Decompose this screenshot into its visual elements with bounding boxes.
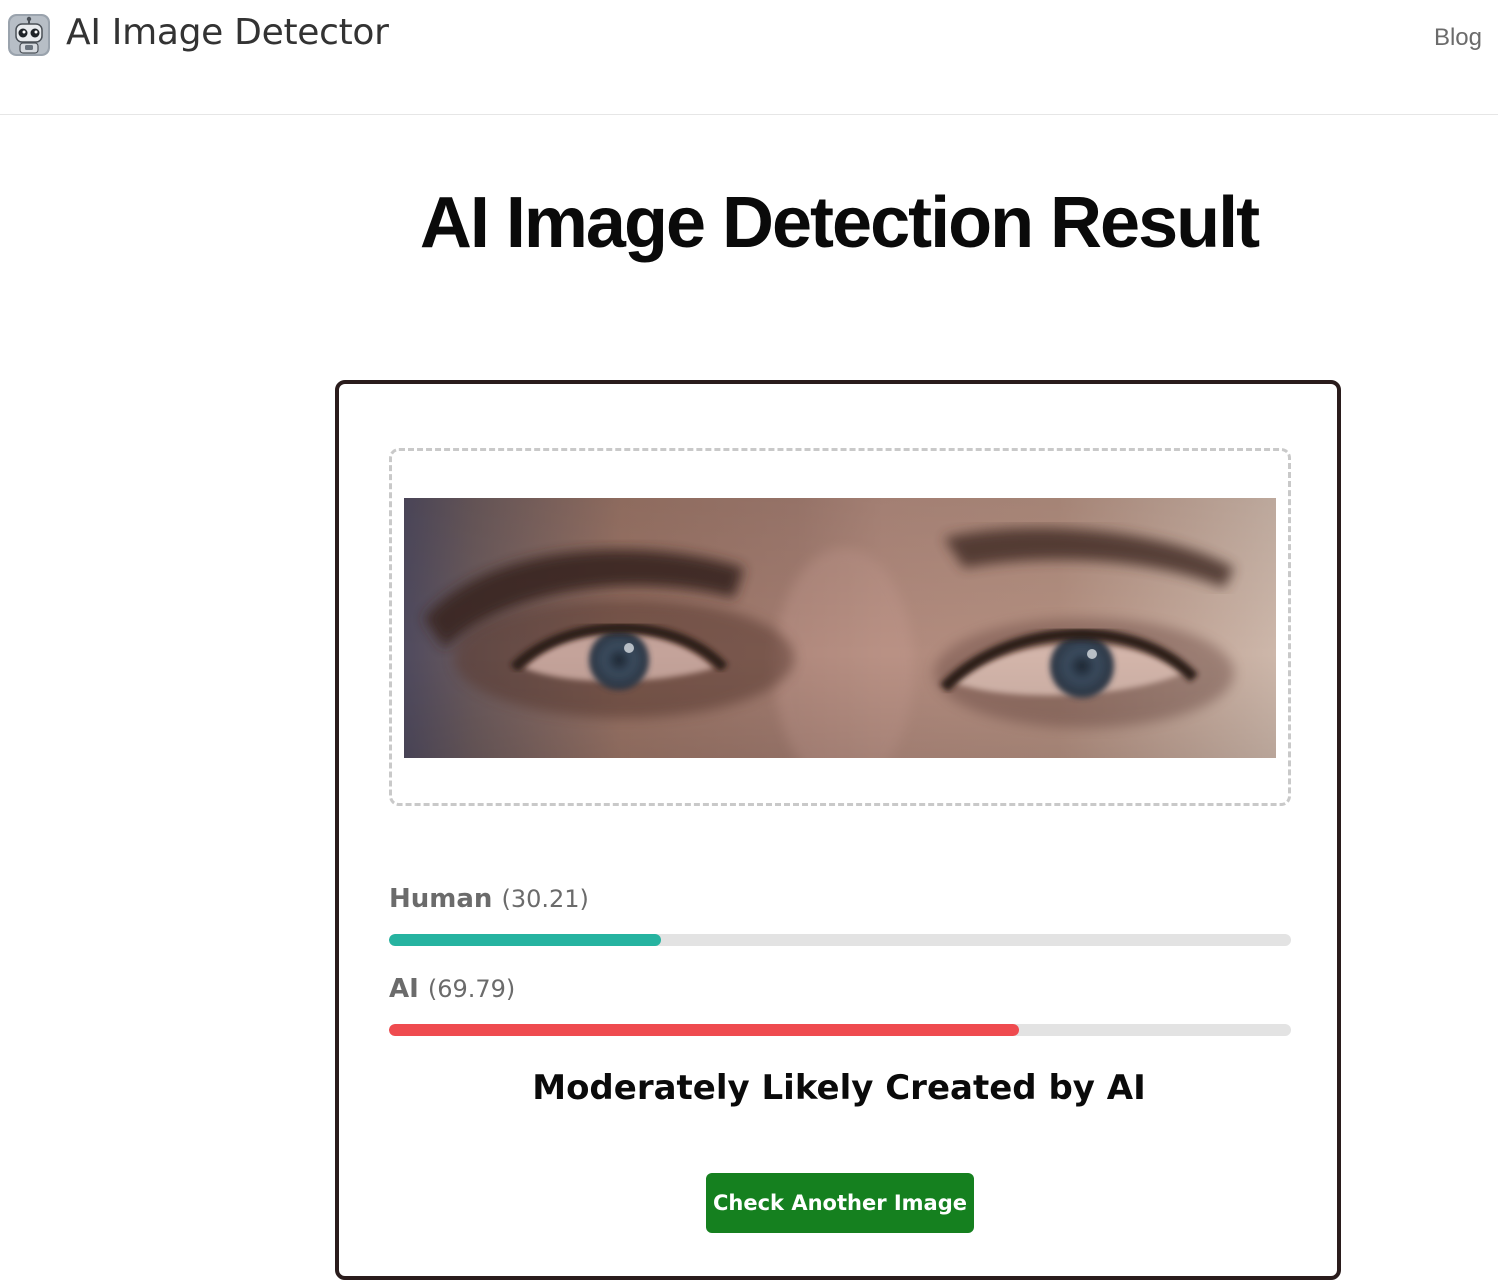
uploaded-image <box>404 498 1276 758</box>
verdict-text: Moderately Likely Created by AI <box>532 1068 1146 1108</box>
page-title-wrap: AI Image Detection Result <box>0 182 1498 272</box>
human-score-value: (30.21) <box>501 885 589 913</box>
human-score-label: Human (30.21) <box>389 884 589 914</box>
human-score-fill <box>389 934 662 946</box>
nav-link-blog[interactable]: Blog <box>1434 24 1482 52</box>
check-another-image-button[interactable]: Check Another Image <box>706 1173 974 1233</box>
page-title: AI Image Detection Result <box>419 183 1260 263</box>
site-header: AI Image Detector Blog <box>0 0 1498 115</box>
robot-icon[interactable] <box>8 14 50 56</box>
image-dropzone[interactable] <box>389 448 1291 806</box>
ai-label: AI <box>389 974 419 1004</box>
ai-score-fill <box>389 1024 1019 1036</box>
ai-score-bar <box>389 1024 1291 1036</box>
result-card: Human (30.21) AI (69.79) Moderately Like… <box>335 380 1341 1280</box>
human-label: Human <box>389 884 493 914</box>
ai-score-value: (69.79) <box>427 975 516 1003</box>
site-brand[interactable]: AI Image Detector <box>66 12 389 53</box>
human-score-bar <box>389 934 1291 946</box>
ai-score-label: AI (69.79) <box>389 974 515 1004</box>
